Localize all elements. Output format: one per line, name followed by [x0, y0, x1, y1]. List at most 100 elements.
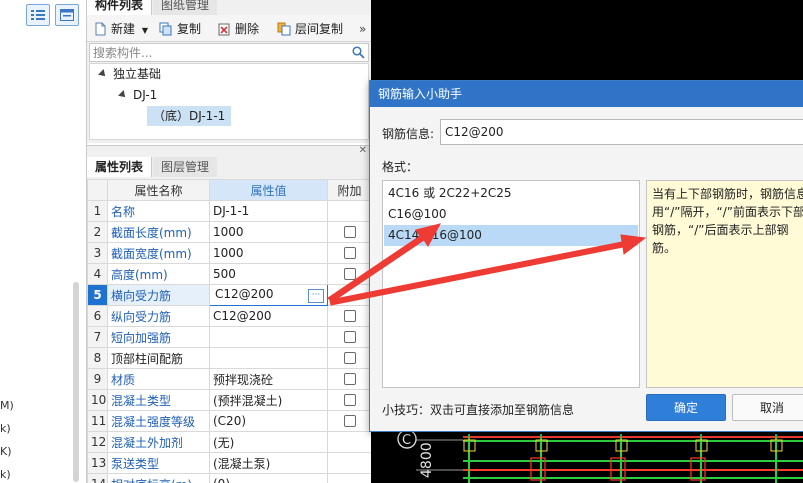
property-value-text: 预拌现浇砼 [213, 372, 274, 387]
extra-cell [327, 368, 372, 390]
extra-checkbox[interactable] [343, 352, 356, 364]
extra-checkbox[interactable] [343, 310, 356, 322]
property-value[interactable]: (预拌混凝土) [209, 389, 328, 411]
tab-component-list[interactable]: 构件列表 [87, 0, 153, 15]
row-number: 2 [87, 221, 108, 243]
tree-node-label: DJ-1 [133, 88, 158, 102]
property-name: 横向受力筋 [107, 284, 210, 306]
property-value[interactable]: (混凝土泵) [209, 452, 328, 474]
extra-cell [327, 326, 372, 348]
tree-node-dj1-1[interactable]: （底）DJ-1-1 [147, 106, 232, 126]
property-row[interactable]: 9 材质 预拌现浇砼 [87, 368, 372, 390]
tip-text: 小技巧：双击可直接添加至钢筋信息 [382, 403, 575, 417]
property-row[interactable]: 3 截面宽度(mm) 1000 [87, 242, 372, 264]
row-number: 3 [87, 242, 108, 264]
property-value[interactable] [209, 326, 328, 348]
panel-close-icon[interactable]: ✕ [359, 145, 367, 156]
format-item[interactable]: 4C16 或 2C22+2C25 [384, 183, 638, 204]
property-row[interactable]: 6 纵向受力筋 C12@200 [87, 305, 372, 327]
property-value-text: DJ-1-1 [213, 204, 250, 218]
tab-property-list[interactable]: 属性列表 [87, 157, 153, 177]
cancel-button[interactable]: 取消 [732, 394, 803, 421]
format-item[interactable]: C16@100 [384, 204, 638, 225]
property-value[interactable]: 500 [209, 263, 328, 285]
property-row[interactable]: 2 截面长度(mm) 1000 [87, 221, 372, 243]
extra-cell [327, 473, 372, 483]
expand-icon[interactable] [118, 90, 128, 100]
format-item-selected[interactable]: 4C14/C16@100 [384, 225, 638, 246]
ok-button[interactable]: 确定 [646, 394, 726, 421]
property-value[interactable]: (0) [209, 473, 328, 483]
expand-icon[interactable] [98, 69, 108, 79]
left-scroll-thumb[interactable] [73, 282, 79, 482]
property-row[interactable]: 14相对底标高(m)(0) [87, 473, 372, 483]
new-dropdown-icon[interactable]: ▼ [142, 26, 148, 35]
column-header-extra[interactable]: 附加 [327, 179, 372, 201]
property-name: 截面长度(mm) [107, 221, 210, 243]
list-view-icon[interactable] [26, 4, 50, 26]
extra-checkbox[interactable] [343, 226, 356, 238]
property-name: 名称 [107, 200, 210, 222]
property-row[interactable]: 10 混凝土类型 (预拌混凝土) [87, 389, 372, 411]
property-value[interactable]: ··· C12@200 [209, 284, 328, 306]
extra-checkbox[interactable] [343, 394, 356, 406]
column-header-name[interactable]: 属性名称 [107, 179, 210, 201]
copy-icon [159, 22, 172, 36]
delete-button[interactable]: 删除 [217, 19, 259, 39]
extra-cell [327, 389, 372, 411]
delete-icon [218, 23, 230, 36]
toolbar-more-button[interactable]: » [359, 19, 366, 39]
tab-layer-management[interactable]: 图层管理 [153, 157, 218, 177]
extra-checkbox[interactable] [343, 415, 356, 427]
row-number: 9 [87, 368, 108, 390]
property-value[interactable]: DJ-1-1 [209, 200, 328, 222]
property-value-text: (无) [213, 435, 235, 450]
cad-frame [416, 434, 803, 483]
property-value[interactable]: 预拌现浇砼 [209, 368, 328, 390]
component-search [89, 43, 369, 62]
extra-cell [327, 263, 372, 285]
property-value[interactable]: 1000 [209, 221, 328, 243]
search-icon[interactable] [352, 46, 365, 59]
floor-copy-button[interactable]: 层间复制 [277, 19, 343, 39]
edit-ellipsis-button[interactable]: ··· [308, 289, 324, 303]
property-row[interactable]: 11 混凝土强度等级 (C20) [87, 410, 372, 432]
property-value[interactable]: C12@200 [209, 305, 328, 327]
dialog-title[interactable]: 钢筋输入小助手 [370, 81, 803, 107]
property-row[interactable]: 4 高度(mm) 500 [87, 263, 372, 285]
property-row[interactable]: 8 顶部柱间配筋 [87, 347, 372, 369]
rebar-info-label: 钢筋信息: [382, 127, 435, 141]
property-name: 混凝土强度等级 [107, 410, 210, 432]
extra-checkbox[interactable] [343, 331, 356, 343]
property-value[interactable]: 1000 [209, 242, 328, 264]
left-fragment: k) [0, 468, 11, 481]
property-value[interactable] [209, 347, 328, 369]
row-number: 8 [87, 347, 108, 369]
property-value[interactable]: (C20) [209, 410, 328, 432]
component-tabs: 构件列表 图纸管理 [87, 0, 371, 15]
extra-checkbox[interactable] [343, 268, 356, 280]
property-row[interactable]: 5 横向受力筋 ··· C12@200 [87, 284, 372, 306]
new-button[interactable]: 新建 ▼ [93, 19, 148, 39]
tab-drawing-management[interactable]: 图纸管理 [153, 0, 218, 15]
property-row[interactable]: 13 泵送类型 (混凝土泵) [87, 452, 372, 474]
search-input[interactable] [90, 44, 340, 61]
extra-cell [327, 242, 372, 264]
column-header-value[interactable]: 属性值 [209, 179, 328, 201]
row-number: 7 [87, 326, 108, 348]
copy-button[interactable]: 复制 [159, 19, 201, 39]
extra-checkbox[interactable] [343, 247, 356, 259]
property-row[interactable]: 1 名称 DJ-1-1 [87, 200, 372, 222]
property-value[interactable]: (无) [209, 431, 328, 453]
card-view-icon[interactable] [55, 4, 79, 26]
extra-checkbox[interactable] [343, 373, 356, 385]
tree-node-dj1[interactable]: DJ-1 [118, 85, 158, 105]
rebar-info-input[interactable] [440, 119, 803, 145]
floor-copy-button-label: 层间复制 [295, 22, 344, 36]
property-name: 材质 [107, 368, 210, 390]
tree-node-root[interactable]: 独立基础 [98, 64, 161, 84]
delete-button-label: 删除 [235, 22, 260, 36]
property-row[interactable]: 7 短向加强筋 [87, 326, 372, 348]
property-row[interactable]: 12 混凝土外加剂 (无) [87, 431, 372, 453]
row-number: 10 [87, 389, 108, 411]
